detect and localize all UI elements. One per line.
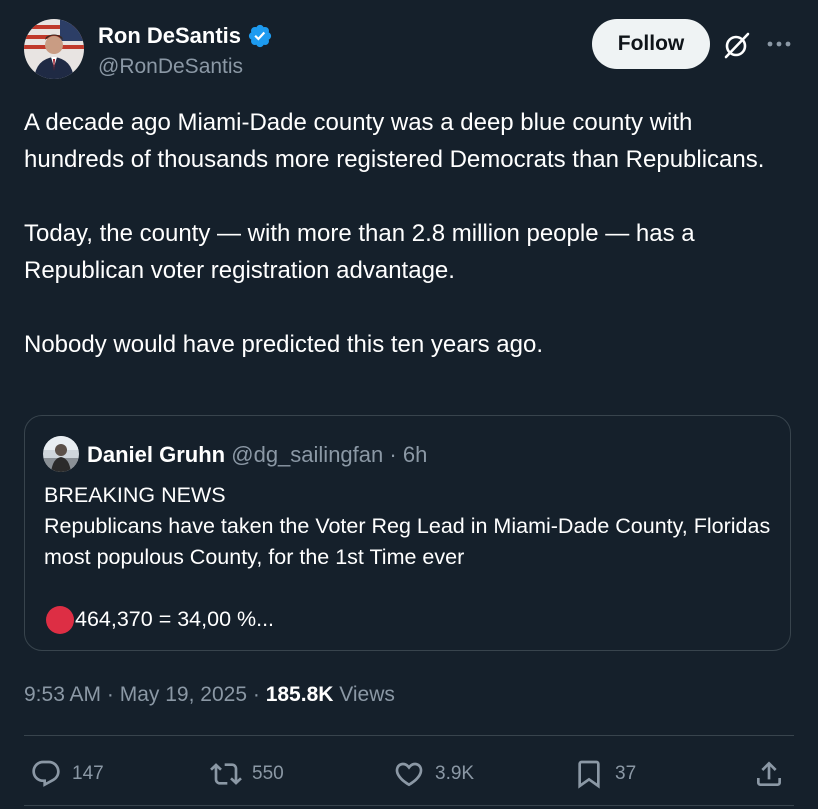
follow-button[interactable]: Follow — [592, 19, 710, 69]
bookmark-count: 37 — [615, 763, 637, 784]
views-label: Views — [339, 683, 395, 706]
heart-icon — [395, 762, 423, 787]
reply-count: 147 — [72, 763, 104, 784]
quoted-stat-text: 464,370 = 34,00 %... — [75, 607, 275, 631]
like-button[interactable]: 3.9K — [393, 757, 474, 791]
meta-separator: · — [106, 683, 114, 706]
share-button[interactable] — [753, 757, 785, 791]
tweet-paragraph: A decade ago Miami-Dade county was a dee… — [24, 109, 765, 173]
meta-separator: · — [252, 683, 260, 706]
tweet-paragraph: Nobody would have predicted this ten yea… — [24, 331, 543, 358]
share-icon — [757, 761, 781, 786]
repost-icon — [210, 763, 242, 785]
quoted-header: Daniel Gruhn @dg_sailingfan · 6h — [87, 440, 427, 470]
author-display-name[interactable]: Ron DeSantis — [98, 22, 241, 50]
tweet-meta: 9:53 AM · May 19, 2025 · 185.8K Views — [24, 680, 395, 710]
tweet-text: A decade ago Miami-Dade county was a dee… — [24, 104, 799, 363]
author-name-row: Ron DeSantis — [98, 22, 273, 50]
quoted-time[interactable]: 6h — [403, 442, 427, 467]
author-avatar[interactable] — [24, 19, 84, 79]
repost-button[interactable]: 550 — [210, 757, 284, 791]
tweet-paragraph: Today, the county — with more than 2.8 m… — [24, 220, 695, 284]
author-handle[interactable]: @RonDeSantis — [98, 53, 243, 81]
verified-badge-icon[interactable] — [247, 23, 273, 49]
quoted-author-avatar[interactable] — [43, 436, 79, 472]
quoted-stat-line: 464,370 = 34,00 %... — [44, 604, 274, 635]
like-count: 3.9K — [435, 763, 475, 784]
quoted-line: Republicans have taken the Voter Reg Lea… — [44, 514, 771, 569]
quoted-tweet-card[interactable]: Daniel Gruhn @dg_sailingfan · 6h BREAKIN… — [24, 415, 791, 651]
red-circle-icon — [46, 605, 74, 634]
bottom-border — [24, 805, 794, 806]
tweet-time[interactable]: 9:53 AM — [24, 683, 101, 706]
repost-count: 550 — [252, 763, 284, 784]
bookmark-button[interactable]: 37 — [573, 757, 636, 791]
quoted-text: BREAKING NEWS Republicans have taken the… — [44, 480, 784, 573]
quoted-separator: · — [389, 442, 397, 467]
quoted-line: BREAKING NEWS — [44, 483, 226, 507]
reply-button[interactable]: 147 — [30, 757, 104, 791]
quoted-handle[interactable]: @dg_sailingfan — [231, 442, 383, 467]
quoted-display-name[interactable]: Daniel Gruhn — [87, 442, 225, 467]
tweet-date[interactable]: May 19, 2025 — [120, 683, 247, 706]
divider — [24, 735, 794, 736]
bookmark-icon — [578, 760, 600, 789]
more-options-icon[interactable] — [764, 30, 794, 58]
reply-icon — [32, 760, 60, 787]
grok-icon[interactable] — [721, 29, 753, 61]
views-count: 185.8K — [265, 683, 334, 706]
